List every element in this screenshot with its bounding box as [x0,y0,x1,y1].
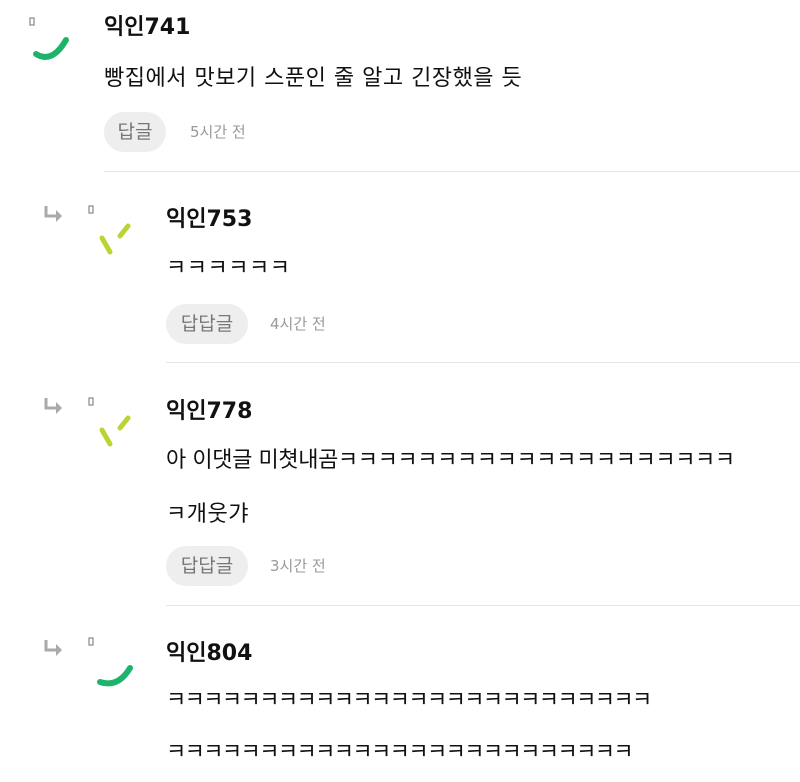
reply-button[interactable]: 답답글 [166,304,248,344]
reply-button[interactable]: 답글 [104,112,166,152]
green-arc-icon [88,637,133,687]
comment-author[interactable]: 익인778 [166,398,252,426]
comment-text-line: ㅋㅋㅋㅋㅋㅋㅋㅋㅋㅋㅋㅋㅋㅋㅋㅋㅋㅋㅋㅋㅋㅋㅋㅋㅋㅋ [166,688,652,713]
divider [166,362,800,363]
green-arc-icon [29,17,69,60]
comment-text-line: 아 이댓글 미쳣내곰ㅋㅋㅋㅋㅋㅋㅋㅋㅋㅋㅋㅋㅋㅋㅋㅋㅋㅋㅋㅋ [166,448,735,473]
avatar[interactable] [86,202,146,262]
reply-comment-item: 익인753 ㅋㅋㅋㅋㅋㅋ 답답글 4시간 전 [0,172,800,364]
reply-arrow-icon [44,206,62,222]
reply-button[interactable]: 답답글 [166,546,248,586]
lime-ticks-icon [88,205,131,255]
comment-author[interactable]: 익인804 [166,640,252,668]
comment-text-line: ㅋㅋㅋㅋㅋㅋㅋㅋㅋㅋㅋㅋㅋㅋㅋㅋㅋㅋㅋㅋㅋㅋㅋㅋㅋ [166,740,634,765]
comment-author[interactable]: 익인753 [166,206,252,234]
reply-arrow-icon [44,640,62,656]
comment-text: 빵집에서 맛보기 스푼인 줄 알고 긴장했을 듯 [104,66,523,91]
reply-comment-item: 익인804 ㅋㅋㅋㅋㅋㅋㅋㅋㅋㅋㅋㅋㅋㅋㅋㅋㅋㅋㅋㅋㅋㅋㅋㅋㅋㅋ ㅋㅋㅋㅋㅋㅋㅋ… [0,606,800,772]
reply-arrow-icon [44,398,62,414]
comment-text-line: ㅋ개웃갸 [166,502,249,527]
lime-ticks-icon [88,397,131,447]
comment-time: 3시간 전 [270,557,326,575]
comment-author[interactable]: 익인741 [104,14,190,42]
reply-comment-item: 익인778 아 이댓글 미쳣내곰ㅋㅋㅋㅋㅋㅋㅋㅋㅋㅋㅋㅋㅋㅋㅋㅋㅋㅋㅋㅋ ㅋ개웃… [0,364,800,606]
comment-time: 5시간 전 [190,123,246,141]
comment-time: 4시간 전 [270,315,326,333]
comment-item: 익인741 빵집에서 맛보기 스푼인 줄 알고 긴장했을 듯 답글 5시간 전 [0,0,800,172]
avatar[interactable] [86,634,146,694]
comment-text: ㅋㅋㅋㅋㅋㅋ [166,256,291,281]
avatar[interactable] [86,394,146,454]
avatar[interactable] [24,12,84,72]
